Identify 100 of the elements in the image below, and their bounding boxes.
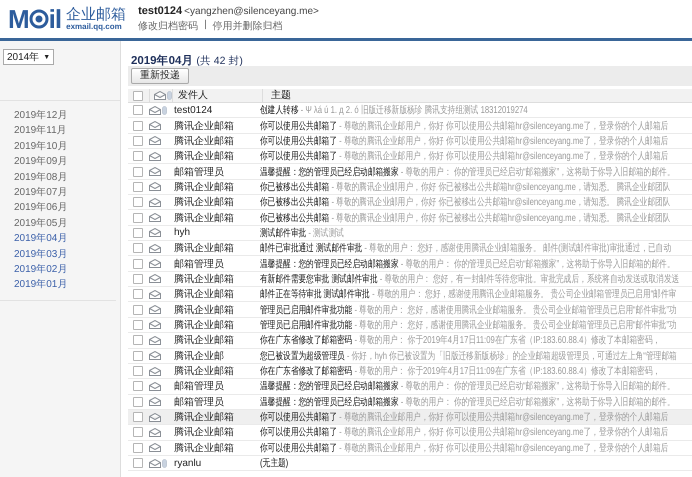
- mail-subject: 你可以使用公共邮箱了 - 尊敬的腾讯企业邮用户，你好 你可以使用公共邮箱hr@silenceyang.me了，登录你的个人邮箱后: [260, 150, 668, 164]
- row-checkbox[interactable]: [133, 151, 143, 162]
- mail-row[interactable]: 腾讯企业邮箱 邮件已审批通过 测试邮件审批 - 尊敬的用户： 您好，感谢使用腾讯企业邮箱服务。 邮件(测试邮件审批)审批通过，已自动: [128, 241, 692, 256]
- sender-name: 腾讯企业邮箱: [173, 288, 235, 302]
- mail-subject: 有新邮件需要您审批 测试邮件审批 - 尊敬的用户： 您好，有一封邮件等待您审批。审批完成后，系统将自动发送或取消发送: [260, 272, 680, 286]
- month-link[interactable]: 2019年01月: [14, 277, 116, 293]
- opened-envelope-icon: [149, 290, 161, 299]
- mail-row[interactable]: 腾讯企业邮箱 管理员已启用邮件审批功能 - 尊敬的用户： 您好，感谢使用腾讯企业邮箱服务。 贵公司企业邮箱管理员已启用“邮件审批”功: [128, 302, 692, 318]
- header-link[interactable]: 修改归档密码: [138, 19, 198, 33]
- column-header[interactable]: 主题: [262, 88, 291, 102]
- resend-button[interactable]: 重新投递: [131, 68, 189, 84]
- mail-row[interactable]: 腾讯企业邮箱 你在广东省修改了邮箱密码 - 尊敬的用户： 你于2019年4月17日11:09在广东省（IP:183.60.88.4）修改了本邮箱密码，: [128, 364, 692, 380]
- account-email: <yangzhen@silenceyang.me>: [184, 6, 319, 17]
- month-link[interactable]: 2019年09月: [14, 154, 116, 170]
- row-checkbox[interactable]: [133, 197, 143, 208]
- row-checkbox[interactable]: [133, 243, 143, 254]
- row-checkbox[interactable]: [133, 166, 143, 177]
- month-link[interactable]: 2019年02月: [14, 262, 116, 278]
- row-checkbox[interactable]: [133, 182, 143, 192]
- month-link[interactable]: 2019年11月: [14, 123, 116, 139]
- opened-envelope-icon: [149, 136, 161, 146]
- mail-subject: 管理员已启用邮件审批功能 - 尊敬的用户： 您好，感谢使用腾讯企业邮箱服务。 贵公司企业邮箱管理员已启用“邮件审批”功: [260, 318, 677, 332]
- month-link[interactable]: 2019年05月: [14, 216, 116, 232]
- month-link[interactable]: 2019年08月: [14, 170, 116, 186]
- row-checkbox[interactable]: [133, 105, 143, 116]
- mail-row[interactable]: 腾讯企业邮箱 你可以使用公共邮箱了 - 尊敬的腾讯企业邮用户，你好 你可以使用公共邮箱hr@silenceyang.me了，登录你的个人邮箱后: [128, 149, 692, 164]
- row-checkbox[interactable]: [133, 289, 143, 300]
- row-checkbox[interactable]: [133, 366, 143, 376]
- mail-row[interactable]: 邮箱管理员 温馨提醒：您的管理员已经启动邮箱搬家 - 尊敬的用户： 你的管理员已经启动“邮箱搬家”，这将助于你导入旧邮箱的邮件。: [128, 256, 692, 272]
- sender-name: 邮箱管理员: [173, 380, 225, 394]
- link-separator: |: [204, 19, 207, 32]
- opened-envelope-icon: [149, 244, 161, 253]
- sender-name: 腾讯企业邮箱: [173, 134, 235, 148]
- mail-row[interactable]: 腾讯企业邮箱 你已被移出公共邮箱 - 尊敬的腾讯企业邮用户，你好 你已被移出公共邮箱hr@silenceyang.me，请知悉。 腾讯企业邮团队: [128, 210, 692, 226]
- row-checkbox[interactable]: [133, 136, 143, 146]
- opened-envelope-icon: [149, 458, 161, 468]
- row-checkbox[interactable]: [133, 442, 143, 453]
- sender-name: 腾讯企业邮箱: [173, 242, 235, 256]
- mail-row[interactable]: 腾讯企业邮 您已被设置为超级管理员 - 你好，hyh 你已被设置为「旧版迁移新版杨珍」的企业邮箱超级管理员，可通过左上角“管理邮箱: [128, 348, 692, 364]
- sender-name: 腾讯企业邮箱: [173, 442, 235, 455]
- opened-envelope-icon: [149, 428, 161, 437]
- opened-envelope-icon: [149, 152, 161, 161]
- mail-row[interactable]: 腾讯企业邮箱 你已被移出公共邮箱 - 尊敬的腾讯企业邮用户，你好 你已被移出公共邮箱hr@silenceyang.me，请知悉。 腾讯企业邮团队: [128, 195, 692, 210]
- opened-envelope-icon: [149, 213, 161, 222]
- sender-name: 腾讯企业邮箱: [173, 196, 235, 210]
- mail-subject: 您已被设置为超级管理员 - 你好，hyh 你已被设置为「旧版迁移新版杨珍」的企业邮箱超级管理员，可通过左上角“管理邮箱: [260, 350, 677, 363]
- mail-row[interactable]: 腾讯企业邮箱 你可以使用公共邮箱了 - 尊敬的腾讯企业邮用户，你好 你可以使用公共邮箱hr@silenceyang.me了，登录你的个人邮箱后: [128, 425, 692, 441]
- mail-row[interactable]: test0124 创建人转移 - Ψ λá ú 1. д 2. ó 旧版迁移新版杨珍 腾讯支持组测试 18312019274: [128, 103, 692, 118]
- mail-row[interactable]: 邮箱管理员 温馨提醒：您的管理员已经启动邮箱搬家 - 尊敬的用户： 你的管理员已经启动“邮箱搬家”，这将助于你导入旧邮箱的邮件。: [128, 379, 692, 395]
- row-checkbox[interactable]: [133, 427, 143, 438]
- mail-subject: 温馨提醒：您的管理员已经启动邮箱搬家 - 尊敬的用户： 你的管理员已经启动“邮箱搬家”，这将助于你导入旧邮箱的邮件。: [260, 396, 675, 409]
- mail-row[interactable]: 腾讯企业邮箱 有新邮件需要您审批 测试邮件审批 - 尊敬的用户： 您好，有一封邮件等待您审批。审批完成后，系统将自动发送或取消发送: [128, 272, 692, 288]
- mail-row[interactable]: 腾讯企业邮箱 你在广东省修改了邮箱密码 - 尊敬的用户： 你于2019年4月17日11:09在广东省（IP:183.60.88.4）修改了本邮箱密码，: [128, 333, 692, 348]
- opened-envelope-icon: [149, 198, 161, 207]
- row-checkbox[interactable]: [133, 350, 143, 361]
- mail-row[interactable]: 腾讯企业邮箱 你已被移出公共邮箱 - 尊敬的腾讯企业邮用户，你好 你已被移出公共邮箱hr@silenceyang.me，请知悉。 腾讯企业邮团队: [128, 180, 692, 196]
- sender-name: 邮箱管理员: [173, 396, 225, 409]
- mail-row[interactable]: 腾讯企业邮箱 你可以使用公共邮箱了 - 尊敬的腾讯企业邮用户，你好 你可以使用公共邮箱hr@silenceyang.me了，登录你的个人邮箱后: [128, 440, 692, 456]
- mail-row[interactable]: 腾讯企业邮箱 你可以使用公共邮箱了 - 尊敬的腾讯企业邮用户，你好 你可以使用公共邮箱hr@silenceyang.me了，登录你的个人邮箱后: [128, 118, 692, 134]
- opened-envelope-icon: [149, 351, 161, 360]
- mail-row[interactable]: 邮箱管理员 温馨提醒：您的管理员已经启动邮箱搬家 - 尊敬的用户： 你的管理员已经启动“邮箱搬家”，这将助于你导入旧邮箱的邮件。: [128, 164, 692, 180]
- row-checkbox[interactable]: [133, 120, 143, 131]
- mail-row[interactable]: 腾讯企业邮箱 你可以使用公共邮箱了 - 尊敬的腾讯企业邮用户，你好 你可以使用公共邮箱hr@silenceyang.me了，登录你的个人邮箱后: [128, 134, 692, 150]
- row-checkbox[interactable]: [133, 258, 143, 269]
- mail-row[interactable]: ryanlu (无主题): [128, 456, 692, 472]
- row-checkbox[interactable]: [133, 412, 143, 422]
- mail-subject: 你已被移出公共邮箱 - 尊敬的腾讯企业邮用户，你好 你已被移出公共邮箱hr@silenceyang.me，请知悉。 腾讯企业邮团队: [260, 180, 670, 194]
- mail-subject: 你在广东省修改了邮箱密码 - 尊敬的用户： 你于2019年4月17日11:09在广东省（IP:183.60.88.4）修改了本邮箱密码，: [260, 334, 660, 348]
- column-header[interactable]: 发件人: [172, 88, 262, 102]
- mail-row[interactable]: 腾讯企业邮箱 邮件正在等待审批 测试邮件审批 - 尊敬的用户： 您好，感谢使用腾讯企业邮箱服务。 贵公司企业邮箱管理员已启用“邮件审: [128, 287, 692, 302]
- row-checkbox[interactable]: [133, 304, 143, 315]
- row-checkbox[interactable]: [133, 212, 143, 223]
- month-link[interactable]: 2019年12月: [14, 108, 116, 124]
- select-all-checkbox[interactable]: [133, 90, 143, 100]
- month-link[interactable]: 2019年07月: [14, 185, 116, 200]
- mail-row[interactable]: hyh 测试邮件审批 - 测试测试: [128, 226, 692, 242]
- sender-name: 腾讯企业邮: [173, 350, 225, 363]
- mail-row[interactable]: 腾讯企业邮箱 管理员已启用邮件审批功能 - 尊敬的用户： 您好，感谢使用腾讯企业邮箱服务。 贵公司企业邮箱管理员已启用“邮件审批”功: [128, 318, 692, 334]
- opened-envelope-icon: [149, 182, 161, 192]
- row-checkbox[interactable]: [133, 396, 143, 407]
- mail-subject: 你可以使用公共邮箱了 - 尊敬的腾讯企业邮用户，你好 你可以使用公共邮箱hr@silenceyang.me了，登录你的个人邮箱后: [260, 410, 668, 424]
- row-checkbox[interactable]: [133, 381, 143, 392]
- sender-name: hyh: [173, 227, 192, 238]
- sender-name: test0124: [173, 104, 214, 116]
- row-checkbox[interactable]: [133, 335, 143, 346]
- header-link[interactable]: 停用并删除归档: [212, 19, 283, 33]
- month-link[interactable]: 2019年10月: [14, 138, 116, 154]
- mail-subject: 温馨提醒：您的管理员已经启动邮箱搬家 - 尊敬的用户： 你的管理员已经启动“邮箱搬家”，这将助于你导入旧邮箱的邮件。: [260, 258, 675, 271]
- opened-envelope-icon: [149, 274, 161, 284]
- month-link[interactable]: 2019年04月: [14, 231, 116, 247]
- month-link[interactable]: 2019年06月: [14, 200, 116, 216]
- row-checkbox[interactable]: [133, 228, 143, 238]
- opened-envelope-icon: [149, 106, 161, 115]
- month-link[interactable]: 2019年03月: [14, 246, 116, 262]
- row-checkbox[interactable]: [133, 274, 143, 284]
- row-checkbox[interactable]: [133, 458, 143, 468]
- sender-name: 腾讯企业邮箱: [173, 334, 235, 348]
- mail-row[interactable]: 腾讯企业邮箱 你可以使用公共邮箱了 - 尊敬的腾讯企业邮用户，你好 你可以使用公共邮箱hr@silenceyang.me了，登录你的个人邮箱后: [128, 410, 692, 426]
- row-checkbox[interactable]: [133, 320, 143, 330]
- mail-subject: (无主题): [260, 456, 288, 470]
